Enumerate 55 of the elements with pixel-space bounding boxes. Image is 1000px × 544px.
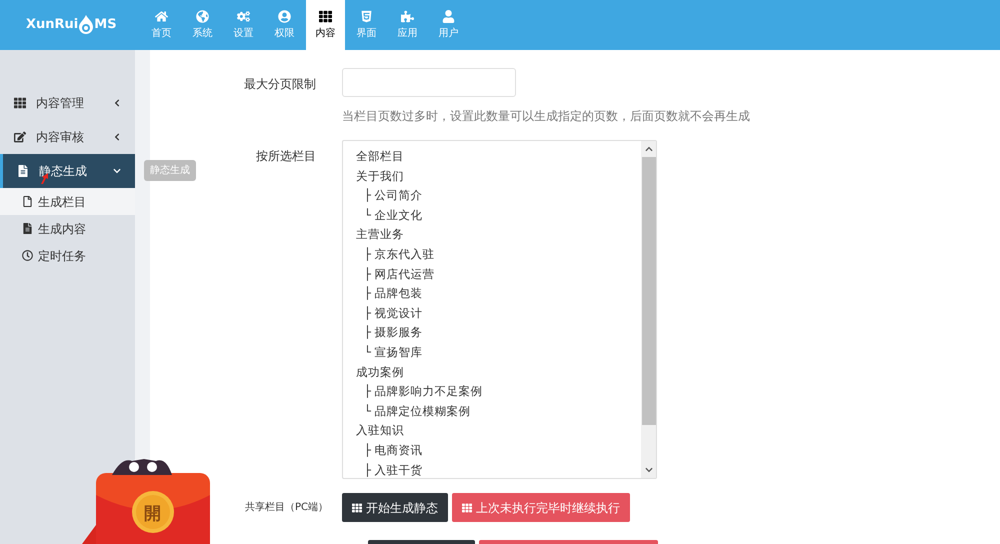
globe-icon [196,10,209,22]
home-icon [155,10,168,22]
grid-icon [319,10,332,22]
sidebar-item[interactable]: 内容审核 [0,120,135,154]
list-option[interactable]: └ 品牌定位模糊案例 [356,402,641,422]
puzzle-icon [401,10,414,22]
html5-icon [360,10,373,22]
scroll-up-icon[interactable] [644,145,652,153]
document-icon [17,165,29,177]
field-label: 最大分页限制 [243,76,317,93]
coin-label: 開 [144,503,161,526]
file-icon [22,196,33,207]
gears-icon [237,10,250,22]
list-option[interactable]: 入驻知识 [356,421,641,441]
submenu-item[interactable]: 生成内容 [0,215,135,242]
edit-icon [14,131,26,143]
scroll-thumb[interactable] [642,157,656,425]
list-option[interactable]: ├ 电商资讯 [356,440,641,460]
list-option[interactable]: ├ 入驻干货 [356,460,641,478]
list-option[interactable]: ├ 京东代入驻 [356,244,641,265]
submenu-item[interactable]: 定时任务 [0,242,135,269]
submenu-item[interactable]: 生成栏目 [0,188,135,215]
list-option[interactable]: ├ 网店代运营 [356,264,641,284]
list-option[interactable]: └ 宣扬智库 [356,342,641,363]
list-option[interactable]: └ 企业文化 [356,206,641,226]
list-option[interactable]: 关于我们 [356,166,641,186]
user-icon [442,10,455,22]
chevron-left-icon [113,99,121,107]
clock-icon [22,250,33,261]
list-option[interactable]: ├ 公司简介 [356,186,641,206]
nav-tab[interactable]: 内容 [306,0,345,50]
category-listbox[interactable]: 全部栏目 关于我们 ├ 公司简介 └ 企业文化 主营业务 ├ 京东代入驻 ├ 网店代运营 ├ 品牌包装 ├ 视觉设计 ├ 摄影服务 └ 宣扬智库 成功案例 ├ 品牌影响力不足案例 └ 品牌定位模糊案例 入驻知识 ├ 电商资讯 ├ 入驻干货 [342,140,657,479]
sidebar-item[interactable]: 内容管理 [0,86,135,120]
field-label: 按所选栏目 [256,148,316,165]
list-option[interactable]: ├ 品牌影响力不足案例 [356,382,641,402]
help-text: 当栏目页数过多时，设置此数量可以生成指定的页数，后面页数就不会再生成 [342,108,750,125]
list-option[interactable]: ├ 视觉设计 [356,304,641,324]
tooltip: 静态生成 [144,160,196,181]
grid-icon [352,502,362,512]
field-label: 共享栏目（PC端） [244,500,328,515]
grid-icon [14,97,26,109]
scroll-down-icon[interactable] [644,466,652,474]
list-option[interactable]: 成功案例 [356,362,641,382]
list-option[interactable]: 全部栏目 [356,147,641,167]
document-icon [22,223,33,234]
chevron-left-icon [113,133,121,141]
list-option[interactable]: ├ 摄影服务 [356,323,641,343]
chevron-down-icon [113,167,121,175]
action-button[interactable]: 上次未执行完毕时继续执行 [452,493,630,522]
list-option[interactable]: ├ 品牌包装 [356,284,641,304]
grid-icon [462,502,472,512]
list-option[interactable]: 主营业务 [356,225,641,245]
action-button[interactable]: 开始生成静态 [342,493,448,522]
flame-logo-icon [78,15,94,35]
max-pages-input[interactable] [342,68,516,97]
